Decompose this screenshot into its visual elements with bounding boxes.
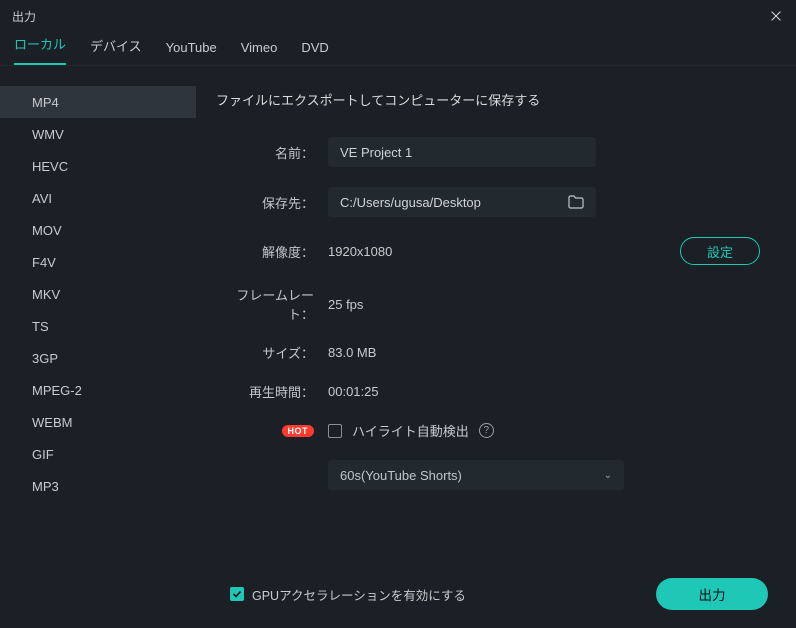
folder-icon[interactable] <box>568 195 584 209</box>
sidebar-item-mov[interactable]: MOV <box>0 214 196 246</box>
sidebar-item-mpeg2[interactable]: MPEG-2 <box>0 374 196 406</box>
sidebar-item-mp3[interactable]: MP3 <box>0 470 196 502</box>
duration-value: 00:01:25 <box>328 384 379 399</box>
saveto-path: C:/Users/ugusa/Desktop <box>340 195 481 210</box>
tab-local[interactable]: ローカル <box>14 34 66 65</box>
gpu-checkbox[interactable] <box>230 587 244 601</box>
export-button[interactable]: 出力 <box>656 578 768 610</box>
sidebar-item-webm[interactable]: WEBM <box>0 406 196 438</box>
sidebar-item-mp4[interactable]: MP4 <box>0 86 196 118</box>
highlight-checkbox[interactable] <box>328 424 342 438</box>
resolution-value: 1920x1080 <box>328 244 668 259</box>
name-input[interactable]: VE Project 1 <box>328 137 596 167</box>
close-icon[interactable] <box>768 8 784 24</box>
sidebar-item-gif[interactable]: GIF <box>0 438 196 470</box>
settings-button[interactable]: 設定 <box>680 237 760 265</box>
output-tabs: ローカル デバイス YouTube Vimeo DVD <box>0 32 796 66</box>
preset-value: 60s(YouTube Shorts) <box>340 468 462 483</box>
sidebar-item-ts[interactable]: TS <box>0 310 196 342</box>
preset-select[interactable]: 60s(YouTube Shorts) ⌄ <box>328 460 624 490</box>
tab-device[interactable]: デバイス <box>90 36 142 65</box>
saveto-label: 保存先： <box>216 193 328 212</box>
gpu-label: GPUアクセラレーションを有効にする <box>252 585 466 604</box>
saveto-input[interactable]: C:/Users/ugusa/Desktop <box>328 187 596 217</box>
duration-label: 再生時間： <box>216 382 328 401</box>
sidebar-item-avi[interactable]: AVI <box>0 182 196 214</box>
sidebar-item-mkv[interactable]: MKV <box>0 278 196 310</box>
tab-youtube[interactable]: YouTube <box>166 40 217 65</box>
sidebar-item-3gp[interactable]: 3GP <box>0 342 196 374</box>
sidebar-item-hevc[interactable]: HEVC <box>0 150 196 182</box>
highlight-label: ハイライト自動検出 <box>352 421 469 440</box>
name-label: 名前： <box>216 143 328 162</box>
resolution-label: 解像度： <box>216 242 328 261</box>
hot-badge: HOT <box>282 425 315 437</box>
size-label: サイズ： <box>216 343 328 362</box>
sidebar-item-f4v[interactable]: F4V <box>0 246 196 278</box>
framerate-value: 25 fps <box>328 297 363 312</box>
tab-dvd[interactable]: DVD <box>301 40 328 65</box>
size-value: 83.0 MB <box>328 345 376 360</box>
format-sidebar: MP4 WMV HEVC AVI MOV F4V MKV TS 3GP MPEG… <box>0 66 196 560</box>
sidebar-item-wmv[interactable]: WMV <box>0 118 196 150</box>
window-title: 出力 <box>12 8 36 25</box>
tab-vimeo[interactable]: Vimeo <box>241 40 278 65</box>
chevron-down-icon: ⌄ <box>604 470 612 481</box>
help-icon[interactable]: ? <box>479 423 494 438</box>
framerate-label: フレームレート： <box>216 285 328 323</box>
export-heading: ファイルにエクスポートしてコンピューターに保存する <box>216 90 760 109</box>
